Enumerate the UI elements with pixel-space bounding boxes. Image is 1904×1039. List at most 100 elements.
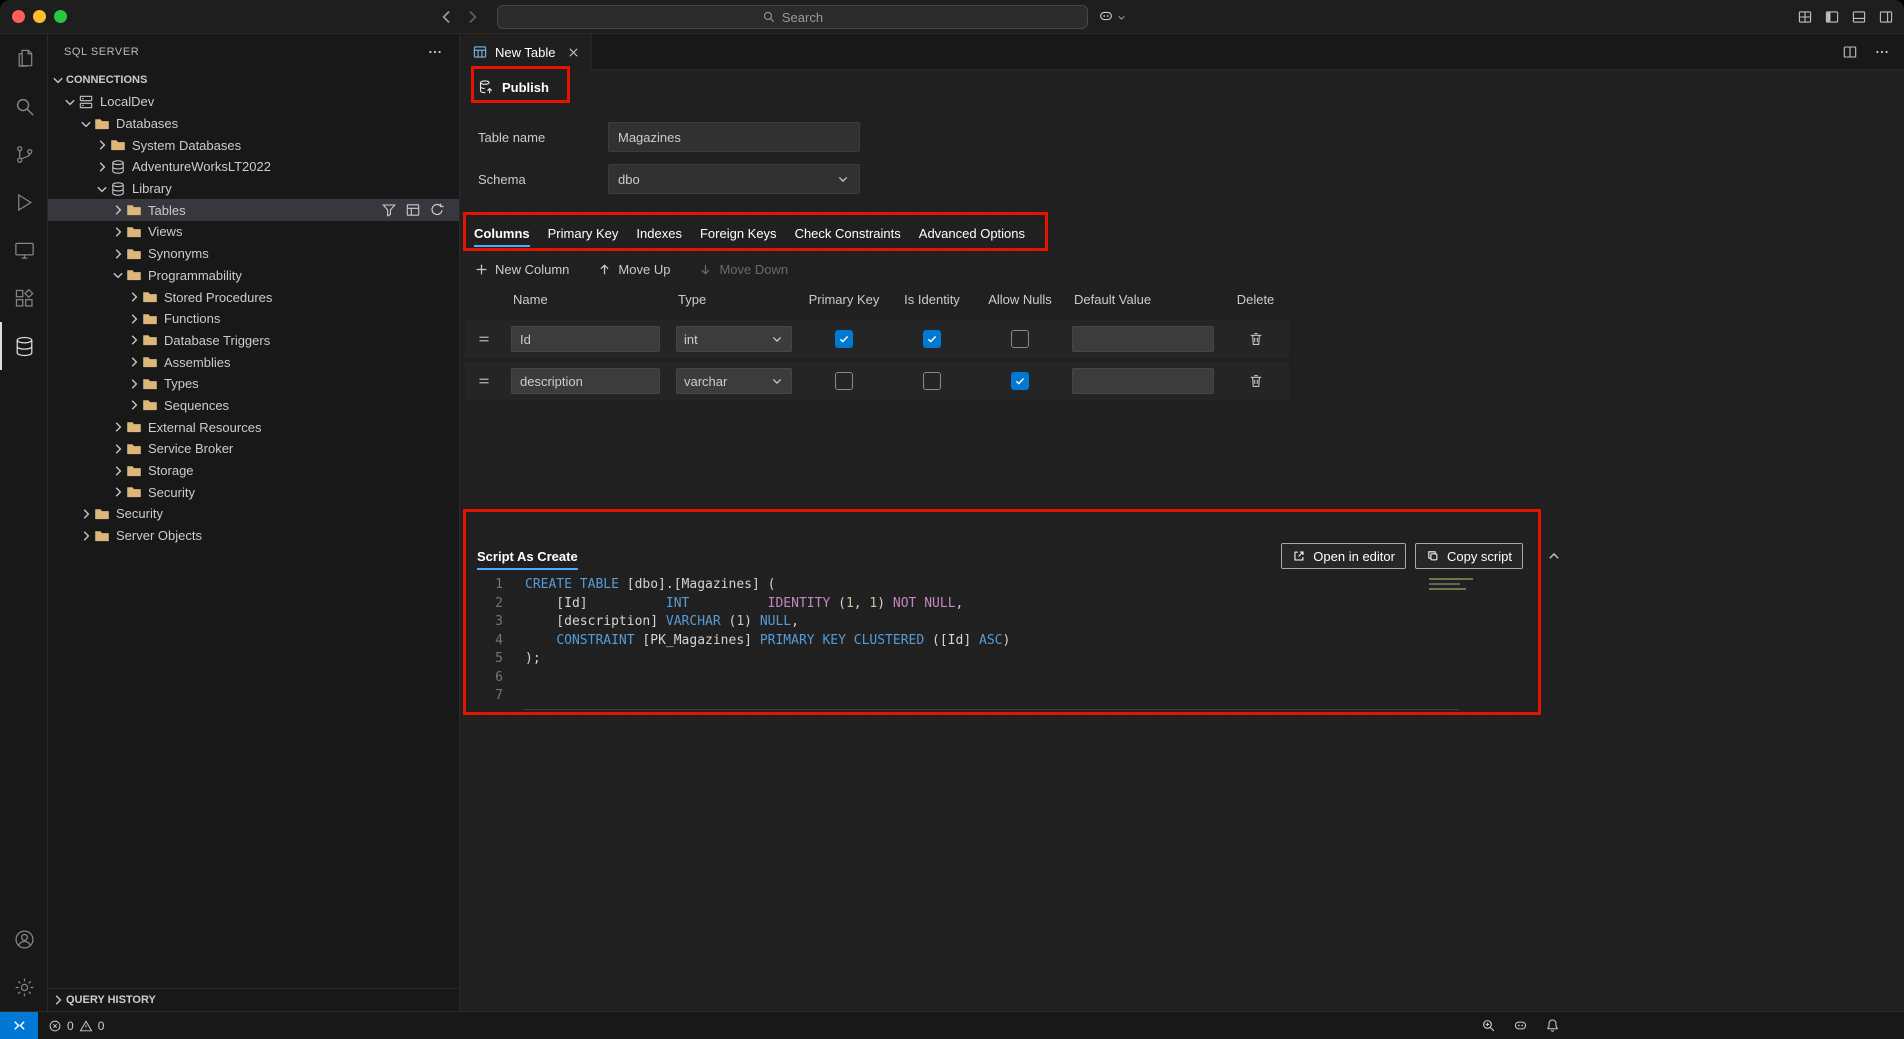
tree-item-localdev[interactable]: LocalDev (48, 91, 459, 113)
tree-item-tables[interactable]: Tables (48, 199, 459, 221)
publish-row: Publish (478, 72, 549, 102)
column-type-select[interactable]: int (676, 326, 792, 352)
designer-tab-check-constraints[interactable]: Check Constraints (786, 216, 910, 251)
filter-icon[interactable] (381, 202, 397, 218)
column-type-value: int (684, 332, 698, 347)
schema-select[interactable]: dbo (608, 164, 860, 194)
bell-icon[interactable] (1545, 1018, 1560, 1033)
activity-bar-item-explorer[interactable] (0, 34, 47, 82)
tree-item-stored-procedures[interactable]: Stored Procedures (48, 286, 459, 308)
navigate-forward-icon[interactable] (463, 8, 481, 26)
tree-item-security[interactable]: Security (48, 503, 459, 525)
close-window-button[interactable] (12, 10, 25, 23)
move-up-button[interactable]: Move Up (597, 262, 670, 277)
tree-item-adventureworkslt2022[interactable]: AdventureWorksLT2022 (48, 156, 459, 178)
sql-script-code[interactable]: 1CREATE TABLE [dbo].[Magazines] (2 [Id] … (465, 576, 1537, 710)
copy-script-button[interactable]: Copy script (1415, 543, 1523, 569)
script-as-create-tab[interactable]: Script As Create (465, 540, 590, 572)
open-in-editor-button[interactable]: Open in editor (1281, 543, 1406, 569)
activity-bar-item-sql-server[interactable] (0, 322, 47, 370)
tree-item-external-resources[interactable]: External Resources (48, 416, 459, 438)
designer-tab-foreign-keys[interactable]: Foreign Keys (691, 216, 786, 251)
close-tab-icon[interactable] (566, 45, 581, 60)
search-box[interactable]: Search (497, 5, 1088, 29)
more-actions-icon[interactable] (1874, 44, 1890, 60)
panel-collapse-icon[interactable] (1546, 548, 1562, 564)
new-column-button[interactable]: New Column (474, 262, 569, 277)
maximize-window-button[interactable] (54, 10, 67, 23)
minimize-window-button[interactable] (33, 10, 46, 23)
activity-bar-item-run-debug[interactable] (0, 178, 47, 226)
activity-bar-item-source-control[interactable] (0, 130, 47, 178)
code-line: 3 [description] VARCHAR (1) NULL, (465, 613, 1537, 632)
allow-nulls-checkbox[interactable] (1011, 330, 1029, 348)
publish-button[interactable]: Publish (478, 79, 549, 95)
tree-item-library[interactable]: Library (48, 178, 459, 200)
designer-tab-primary-key[interactable]: Primary Key (539, 216, 628, 251)
tree-item-types[interactable]: Types (48, 373, 459, 395)
column-name-input[interactable] (511, 326, 660, 352)
remote-indicator[interactable] (0, 1012, 38, 1039)
primary-key-checkbox[interactable] (835, 330, 853, 348)
zoom-icon[interactable] (1481, 1018, 1496, 1033)
more-actions-icon[interactable] (427, 44, 443, 60)
table-name-input[interactable] (608, 122, 860, 152)
navigate-back-icon[interactable] (438, 8, 456, 26)
titlebar: Search (0, 0, 1904, 34)
tree-item-sequences[interactable]: Sequences (48, 395, 459, 417)
line-number: 6 (465, 669, 503, 688)
delete-column-icon[interactable] (1248, 373, 1264, 389)
table-icon[interactable] (405, 202, 421, 218)
drag-handle-icon[interactable] (465, 374, 503, 388)
allow-nulls-checkbox[interactable] (1011, 372, 1029, 390)
tab-new-table[interactable]: New Table (460, 34, 592, 70)
delete-column-icon[interactable] (1248, 331, 1264, 347)
column-name-input[interactable] (511, 368, 660, 394)
move-down-button: Move Down (698, 262, 788, 277)
activity-bar-item-extensions[interactable] (0, 274, 47, 322)
is-identity-checkbox[interactable] (923, 372, 941, 390)
editor-group: New Table Publish Table name (460, 34, 1904, 1011)
designer-tab-indexes[interactable]: Indexes (627, 216, 691, 251)
toggle-primary-sidebar-icon[interactable] (1824, 9, 1840, 25)
activity-bar-item-search[interactable] (0, 82, 47, 130)
tree-item-server-objects[interactable]: Server Objects (48, 525, 459, 547)
copilot-icon[interactable] (1513, 1018, 1528, 1033)
drag-handle-icon[interactable] (465, 332, 503, 346)
folder-icon (142, 397, 158, 413)
tree-item-security[interactable]: Security (48, 481, 459, 503)
designer-tab-advanced-options[interactable]: Advanced Options (910, 216, 1034, 251)
customize-layout-icon[interactable] (1797, 9, 1813, 25)
default-value-input[interactable] (1072, 368, 1214, 394)
copilot-menu[interactable] (1098, 8, 1127, 24)
is-identity-checkbox[interactable] (923, 330, 941, 348)
tree-item-database-triggers[interactable]: Database Triggers (48, 330, 459, 352)
tree-item-synonyms[interactable]: Synonyms (48, 243, 459, 265)
column-type-select[interactable]: varchar (676, 368, 792, 394)
tree-item-system-databases[interactable]: System Databases (48, 134, 459, 156)
tree-item-functions[interactable]: Functions (48, 308, 459, 330)
split-editor-icon[interactable] (1842, 44, 1858, 60)
primary-key-checkbox[interactable] (835, 372, 853, 390)
refresh-icon[interactable] (429, 202, 445, 218)
problems-indicator[interactable]: 0 0 (38, 1019, 104, 1033)
table-icon (472, 44, 488, 60)
folder-icon (142, 354, 158, 370)
tree-item-assemblies[interactable]: Assemblies (48, 351, 459, 373)
column-type-value: varchar (684, 374, 727, 389)
connections-section-header[interactable]: CONNECTIONS (48, 69, 459, 91)
activity-bar-item-settings[interactable] (0, 963, 47, 1011)
designer-tab-columns[interactable]: Columns (465, 216, 539, 251)
tree-item-service-broker[interactable]: Service Broker (48, 438, 459, 460)
activity-bar-item-remote-explorer[interactable] (0, 226, 47, 274)
tree-item-programmability[interactable]: Programmability (48, 265, 459, 287)
toggle-panel-icon[interactable] (1851, 9, 1867, 25)
tree-item-databases[interactable]: Databases (48, 113, 459, 135)
extensions-icon (13, 287, 36, 310)
activity-bar-item-accounts[interactable] (0, 915, 47, 963)
query-history-header[interactable]: QUERY HISTORY (48, 989, 459, 1011)
toggle-secondary-sidebar-icon[interactable] (1878, 9, 1894, 25)
tree-item-storage[interactable]: Storage (48, 460, 459, 482)
tree-item-views[interactable]: Views (48, 221, 459, 243)
default-value-input[interactable] (1072, 326, 1214, 352)
